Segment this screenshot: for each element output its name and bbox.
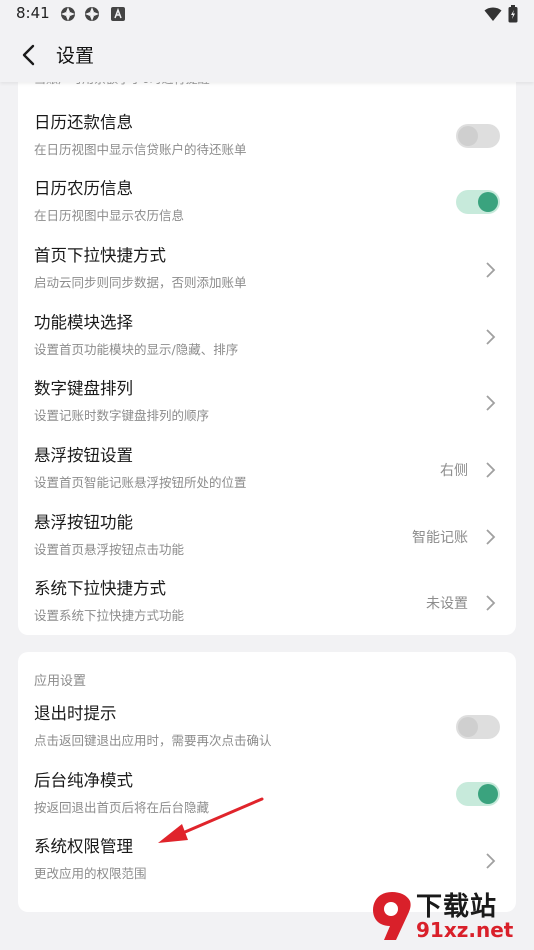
setting-row-module-selection[interactable]: 功能模块选择 设置首页功能模块的显示/隐藏、排序 [18, 302, 516, 369]
setting-label: 功能模块选择 [34, 313, 133, 332]
status-time: 8:41 [16, 4, 50, 22]
setting-label: 日历还款信息 [34, 113, 133, 132]
chevron-right-icon [486, 529, 496, 545]
setting-label: 系统下拉快捷方式 [34, 579, 166, 598]
toggle-knob [458, 717, 478, 737]
app-notification-icon [61, 7, 75, 21]
setting-value: 右侧 [440, 463, 468, 479]
calendar-repayment-toggle[interactable] [456, 124, 500, 148]
chevron-right-icon [486, 853, 496, 869]
setting-description: 在日历视图中显示信贷账户的待还账单 [34, 142, 247, 157]
watermark-url: 91xz.net [416, 918, 514, 942]
setting-label: 首页下拉快捷方式 [34, 246, 166, 265]
setting-row-keypad-order[interactable]: 数字键盘排列 设置记账时数字键盘排列的顺序 [18, 368, 516, 435]
settings-card-general: 当账户可用余额小于0时进行提醒 日历还款信息 在日历视图中显示信贷账户的待还账单… [18, 62, 516, 635]
chevron-right-icon [486, 329, 496, 345]
setting-row-calendar-repayment[interactable]: 日历还款信息 在日历视图中显示信贷账户的待还账单 [18, 102, 516, 169]
setting-row-system-pulldown[interactable]: 系统下拉快捷方式 设置系统下拉快捷方式功能 未设置 [18, 568, 516, 635]
chevron-right-icon [486, 395, 496, 411]
back-arrow-icon[interactable] [14, 40, 44, 70]
setting-description: 设置首页智能记账悬浮按钮所处的位置 [34, 475, 247, 490]
status-right-icons [484, 5, 518, 23]
setting-description: 更改应用的权限范围 [34, 866, 147, 881]
setting-description: 在日历视图中显示农历信息 [34, 208, 185, 223]
app-bar: 设置 [0, 28, 534, 82]
setting-label: 数字键盘排列 [34, 379, 133, 398]
setting-description: 设置系统下拉快捷方式功能 [34, 608, 185, 623]
setting-value: 未设置 [426, 596, 468, 612]
font-notification-icon [111, 7, 125, 21]
setting-value: 智能记账 [412, 530, 468, 546]
setting-label: 日历农历信息 [34, 179, 133, 198]
annotation-arrow-icon [158, 797, 264, 843]
toggle-knob [478, 784, 498, 804]
setting-description: 设置记账时数字键盘排列的顺序 [34, 408, 210, 423]
status-bar: 8:41 [0, 0, 534, 28]
setting-label: 后台纯净模式 [34, 771, 133, 790]
setting-row-float-button-position[interactable]: 悬浮按钮设置 设置首页智能记账悬浮按钮所处的位置 右侧 [18, 435, 516, 502]
setting-row-home-pulldown[interactable]: 首页下拉快捷方式 启动云同步则同步数据，否则添加账单 [18, 235, 516, 302]
watermark: 下载站 91xz.net [370, 886, 530, 946]
setting-row-calendar-lunar[interactable]: 日历农历信息 在日历视图中显示农历信息 [18, 168, 516, 235]
settings-card-app: 应用设置 退出时提示 点击返回键退出应用时，需要再次点击确认 后台纯净模式 按返… [18, 652, 516, 912]
setting-label: 系统权限管理 [34, 837, 133, 856]
calendar-lunar-toggle[interactable] [456, 190, 500, 214]
setting-label: 悬浮按钮设置 [34, 446, 133, 465]
background-clean-toggle[interactable] [456, 782, 500, 806]
setting-row-float-button-function[interactable]: 悬浮按钮功能 设置首页悬浮按钮点击功能 智能记账 [18, 502, 516, 569]
setting-description: 点击返回键退出应用时，需要再次点击确认 [34, 733, 272, 748]
setting-description: 启动云同步则同步数据，否则添加账单 [34, 275, 247, 290]
setting-description: 设置首页功能模块的显示/隐藏、排序 [34, 342, 239, 357]
watermark-logo-icon [373, 892, 411, 940]
toggle-knob [458, 126, 478, 146]
chevron-right-icon [486, 462, 496, 478]
chevron-right-icon [486, 262, 496, 278]
battery-icon [508, 5, 518, 23]
page-title: 设置 [56, 45, 95, 67]
setting-label: 退出时提示 [34, 704, 117, 723]
wifi-icon [484, 7, 502, 21]
exit-prompt-toggle[interactable] [456, 715, 500, 739]
chevron-right-icon [486, 595, 496, 611]
setting-description: 设置首页悬浮按钮点击功能 [34, 542, 185, 557]
toggle-knob [478, 192, 498, 212]
app-notification-icon [85, 7, 99, 21]
setting-row-exit-prompt[interactable]: 退出时提示 点击返回键退出应用时，需要再次点击确认 [18, 693, 516, 760]
setting-label: 悬浮按钮功能 [34, 513, 133, 532]
section-title: 应用设置 [34, 674, 87, 689]
